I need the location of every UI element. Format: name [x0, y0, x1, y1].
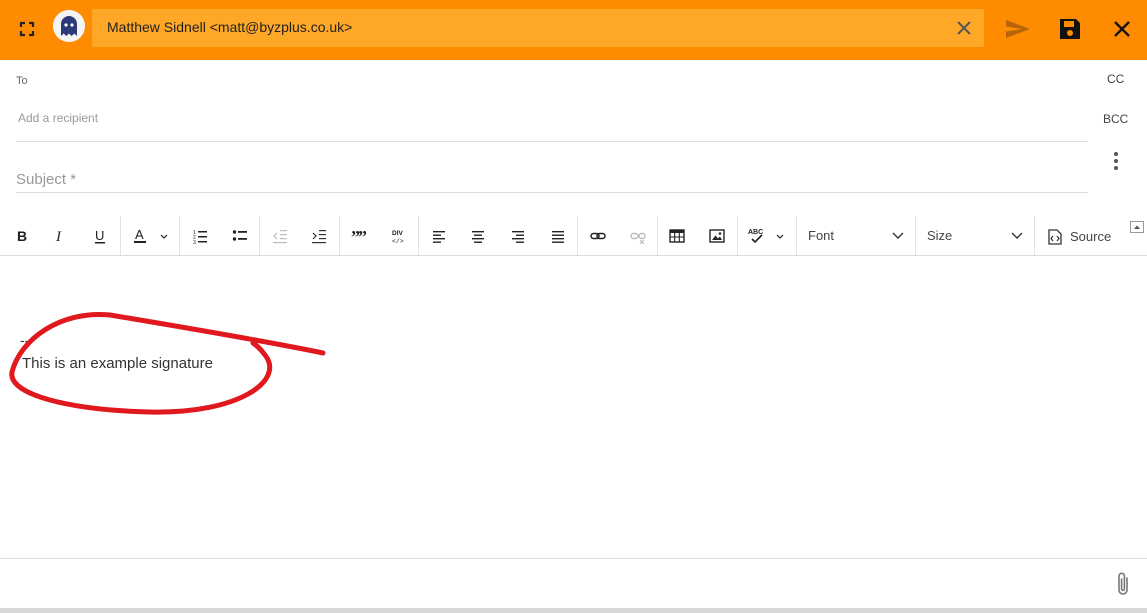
link-icon[interactable] — [584, 216, 612, 256]
div-container-icon[interactable]: DIV </> — [385, 216, 413, 256]
image-icon[interactable] — [703, 216, 731, 256]
align-right-icon[interactable] — [504, 216, 532, 256]
compose-header: Matthew Sidnell <matt@byzplus.co.uk> — [0, 0, 1147, 60]
collapse-toolbar-icon[interactable] — [1130, 220, 1144, 233]
align-center-icon[interactable] — [464, 216, 492, 256]
indent-icon[interactable] — [305, 216, 333, 256]
font-select[interactable]: Font — [798, 216, 914, 256]
toolbar-separator — [796, 216, 797, 256]
more-options-icon[interactable] — [1105, 150, 1127, 172]
toolbar-separator — [259, 216, 260, 256]
svg-text:ABC: ABC — [748, 229, 763, 236]
toolbar-separator — [577, 216, 578, 256]
outdent-icon — [266, 216, 294, 256]
align-left-icon[interactable] — [425, 216, 453, 256]
svg-text:3: 3 — [193, 240, 196, 244]
toolbar-separator — [1034, 216, 1035, 256]
attachment-icon[interactable] — [1112, 570, 1136, 598]
svg-text:DIV: DIV — [392, 230, 404, 237]
footer-divider — [0, 558, 1147, 559]
svg-text:U: U — [95, 228, 104, 243]
window-bottom-edge — [0, 608, 1147, 613]
size-select[interactable]: Size — [917, 216, 1033, 256]
svg-text:B: B — [17, 228, 27, 244]
chevron-down-icon — [1011, 232, 1023, 239]
cc-button[interactable]: CC — [1107, 72, 1124, 86]
svg-text:I: I — [55, 229, 62, 244]
signature-text: This is an example signature — [22, 355, 213, 372]
text-color-icon[interactable]: A — [126, 216, 172, 256]
size-select-label: Size — [927, 228, 953, 243]
toolbar-separator — [915, 216, 916, 256]
close-icon[interactable] — [1107, 14, 1137, 44]
underline-icon[interactable]: U — [86, 216, 114, 256]
from-address: Matthew Sidnell <matt@byzplus.co.uk> — [107, 19, 353, 35]
source-icon — [1048, 229, 1062, 245]
avatar[interactable] — [53, 10, 85, 42]
toolbar-separator — [418, 216, 419, 256]
toolbar-separator — [737, 216, 738, 256]
chevron-down-icon — [892, 232, 904, 239]
to-label: To — [16, 75, 28, 87]
bullet-list-icon[interactable] — [226, 216, 254, 256]
toolbar-separator — [657, 216, 658, 256]
toolbar-separator — [339, 216, 340, 256]
italic-icon[interactable]: I — [46, 216, 74, 256]
recipient-input[interactable] — [16, 106, 1090, 130]
toolbar-separator — [179, 216, 180, 256]
svg-text:A: A — [135, 227, 144, 242]
source-button[interactable]: Source — [1040, 216, 1118, 256]
expand-icon[interactable] — [13, 15, 41, 43]
source-label: Source — [1070, 229, 1112, 244]
spellcheck-icon[interactable]: ABC — [744, 216, 790, 256]
clear-icon[interactable] — [954, 18, 974, 38]
save-icon[interactable] — [1055, 14, 1085, 44]
subject-input[interactable] — [14, 167, 1088, 191]
blockquote-icon[interactable]: ”” — [345, 216, 373, 256]
signature-separator: -- — [20, 332, 30, 348]
bold-icon[interactable]: B — [8, 216, 36, 256]
svg-text:</>: </> — [392, 238, 404, 244]
bcc-button[interactable]: BCC — [1103, 112, 1128, 126]
message-body-editor[interactable]: -- This is an example signature — [0, 256, 1147, 558]
unlink-icon — [624, 216, 652, 256]
from-field[interactable]: Matthew Sidnell <matt@byzplus.co.uk> — [92, 9, 984, 47]
ghost-avatar-icon — [53, 10, 85, 42]
editor-toolbar: B I U A 123 ”” DIV </> ABC Font Size Sou… — [0, 216, 1147, 256]
toolbar-separator — [120, 216, 121, 256]
align-justify-icon[interactable] — [544, 216, 572, 256]
subject-divider — [16, 192, 1088, 193]
font-select-label: Font — [808, 228, 835, 243]
svg-text:”: ” — [358, 228, 367, 244]
table-icon[interactable] — [663, 216, 691, 256]
recipient-divider — [16, 141, 1088, 142]
numbered-list-icon[interactable]: 123 — [186, 216, 214, 256]
send-icon[interactable] — [1003, 14, 1033, 44]
